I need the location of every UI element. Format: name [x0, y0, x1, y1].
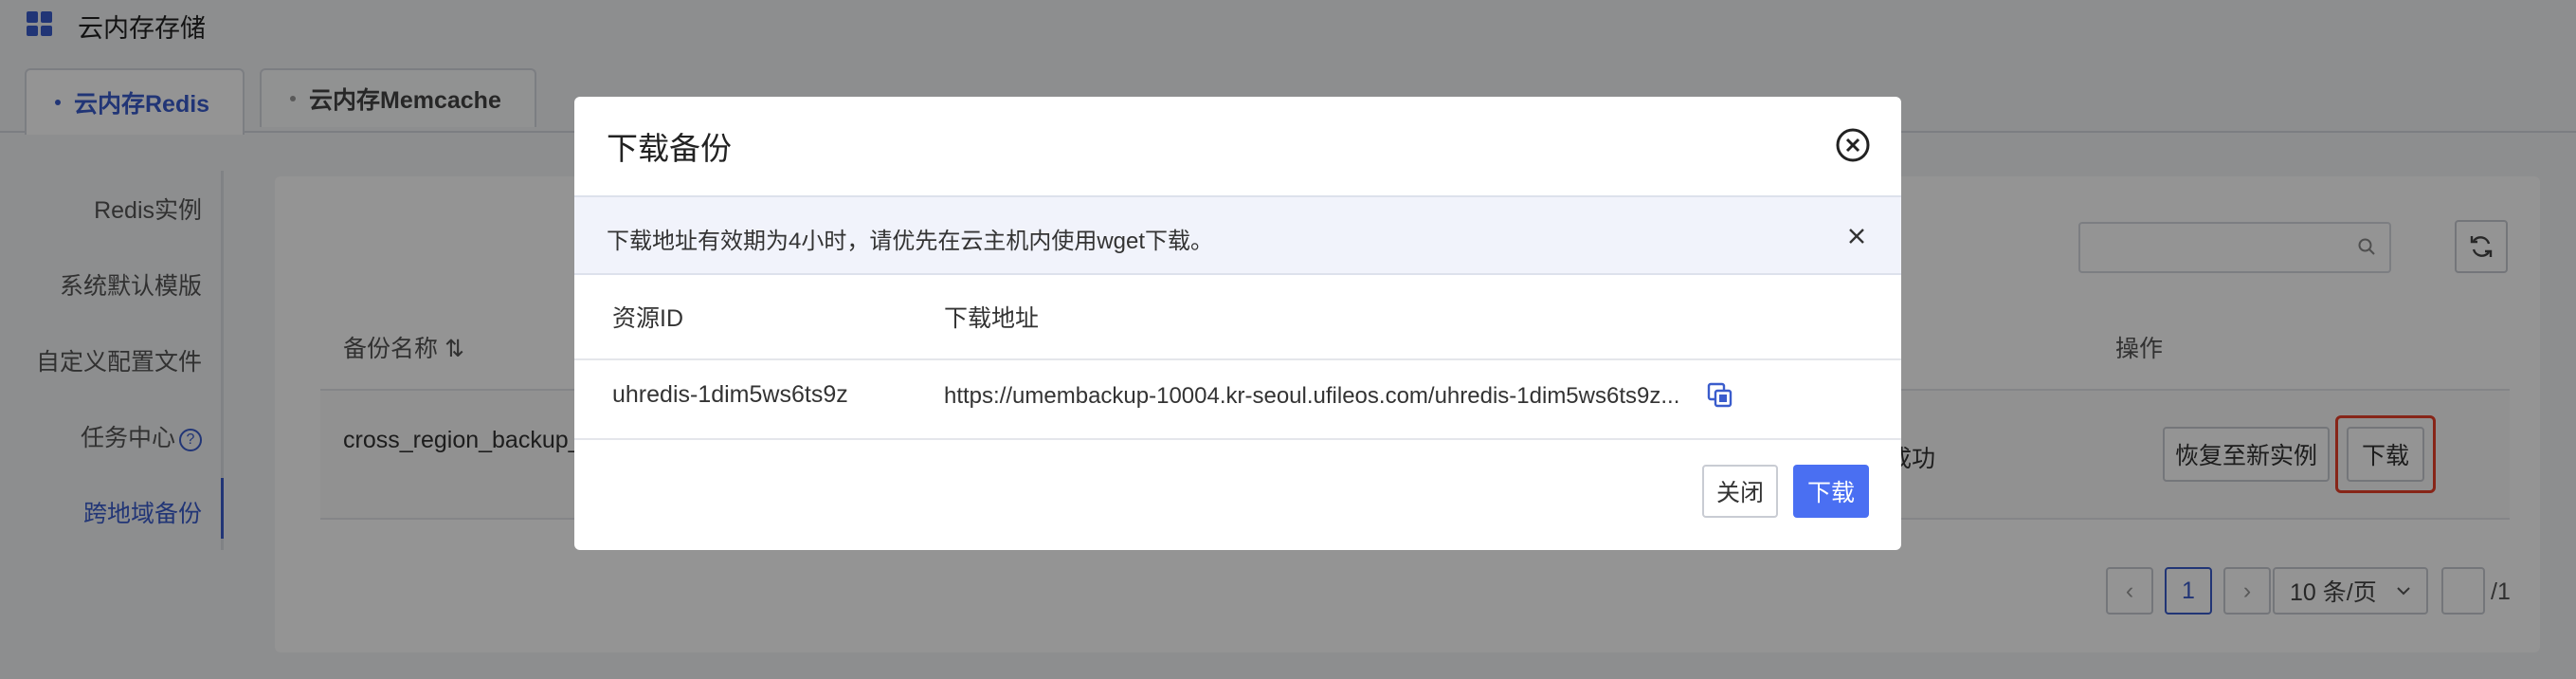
- close-icon[interactable]: [1835, 127, 1871, 163]
- close-button[interactable]: 关闭: [1702, 465, 1778, 518]
- table-divider: [574, 438, 1901, 440]
- column-header-download-url: 下载地址: [944, 305, 1040, 332]
- resource-id-cell: uhredis-1dim5ws6ts9z: [612, 381, 848, 408]
- notice-close-icon[interactable]: [1846, 226, 1867, 247]
- copy-icon[interactable]: [1706, 381, 1734, 410]
- dialog-title: 下载备份: [607, 131, 732, 166]
- download-url-cell[interactable]: https://umembackup-10004.kr-seoul.ufileo…: [944, 383, 1679, 410]
- column-header-resource-id: 资源ID: [612, 305, 684, 332]
- download-backup-dialog: 下载备份 下载地址有效期为4小时，请优先在云主机内使用wget下载。 资源ID …: [574, 97, 1901, 550]
- notice-text: 下载地址有效期为4小时，请优先在云主机内使用wget下载。: [607, 229, 1214, 254]
- download-button[interactable]: 下载: [1793, 465, 1869, 518]
- table-divider: [574, 358, 1901, 360]
- notice-banner: 下载地址有效期为4小时，请优先在云主机内使用wget下载。: [574, 195, 1901, 275]
